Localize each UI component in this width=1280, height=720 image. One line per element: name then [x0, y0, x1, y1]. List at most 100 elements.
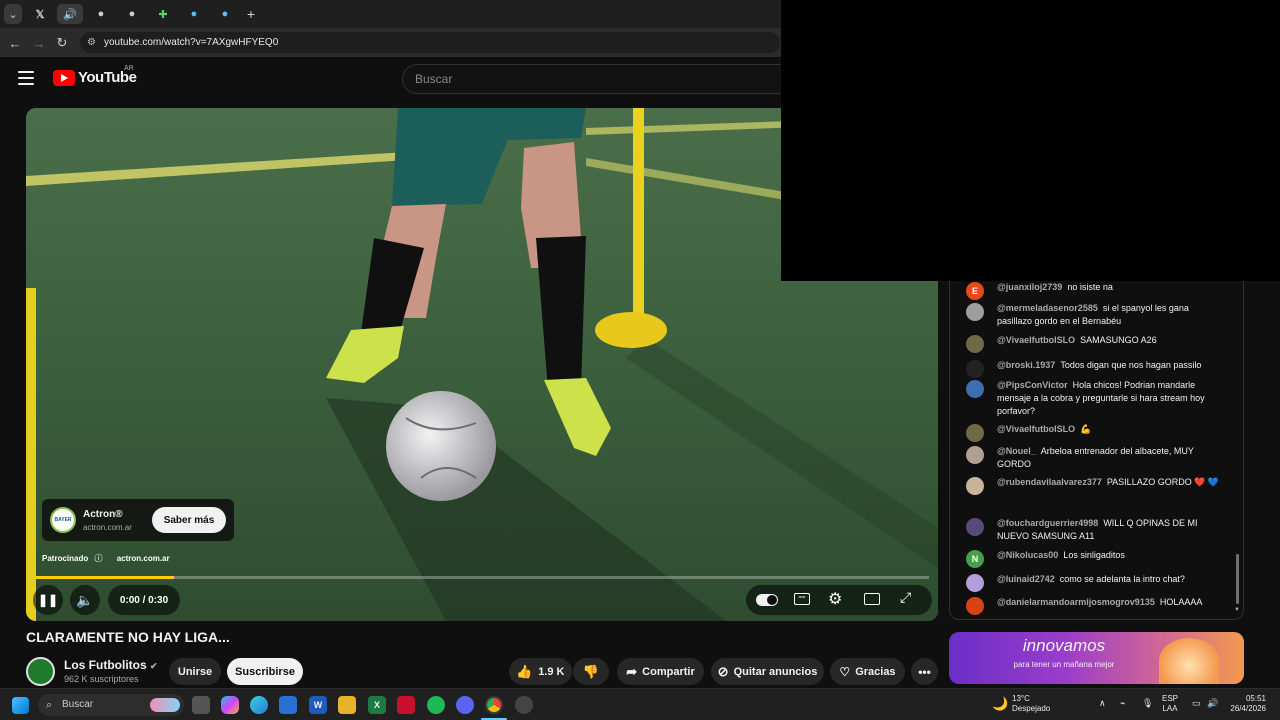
- chat-scrollbar[interactable]: [1236, 554, 1239, 604]
- spotify-icon[interactable]: [427, 696, 445, 714]
- chat-avatar[interactable]: [966, 360, 984, 378]
- tab-extension-icon[interactable]: ✚: [150, 4, 176, 24]
- chat-author[interactable]: @rubendavilaalvarez377: [997, 477, 1102, 487]
- chat-text: HOLAAAA: [1159, 597, 1203, 607]
- tray-chevron-up-icon[interactable]: ∧: [1099, 698, 1106, 708]
- new-tab-button[interactable]: +: [238, 4, 264, 24]
- display-icon[interactable]: ▭: [1192, 698, 1201, 708]
- app-icon[interactable]: [397, 696, 415, 714]
- join-button[interactable]: Unirse: [169, 658, 221, 685]
- clock[interactable]: 05:51 26/4/2026: [1226, 694, 1266, 714]
- discord-icon[interactable]: [456, 696, 474, 714]
- like-button[interactable]: 👍 1.9 K: [509, 658, 572, 685]
- chrome-icon[interactable]: [485, 696, 503, 714]
- remove-ads-button[interactable]: ⊘ Quitar anuncios: [711, 658, 824, 685]
- weather-widget[interactable]: 13°C Despejado: [1012, 694, 1050, 714]
- chat-author[interactable]: @Nouel_: [997, 446, 1036, 456]
- chat-avatar[interactable]: [966, 424, 984, 442]
- tab-list-chevron-down-icon[interactable]: ⌄: [4, 4, 22, 24]
- youtube-play-logo-icon: [53, 69, 75, 86]
- progress-fill: [35, 576, 174, 579]
- chat-author[interactable]: @PipsConVictor: [997, 380, 1068, 390]
- chat-avatar[interactable]: [966, 335, 984, 353]
- tab-icon[interactable]: ●: [119, 4, 145, 24]
- back-arrow-icon[interactable]: ←: [6, 34, 24, 52]
- chat-avatar[interactable]: [966, 380, 984, 398]
- input-language[interactable]: ESP LAA: [1162, 694, 1178, 714]
- tab-audio-icon[interactable]: 🔊: [57, 4, 83, 24]
- subscribe-button[interactable]: Suscribirse: [227, 658, 303, 685]
- volume-button[interactable]: 🔈: [70, 585, 100, 615]
- chat-avatar[interactable]: [966, 597, 984, 615]
- tab-icon[interactable]: ●: [181, 4, 207, 24]
- chat-avatar[interactable]: [966, 446, 984, 464]
- microphone-icon[interactable]: 🎙: [1142, 698, 1153, 708]
- excel-icon[interactable]: X: [368, 696, 386, 714]
- chat-author[interactable]: @juanxiloj2739: [997, 282, 1062, 292]
- chat-avatar[interactable]: [966, 303, 984, 321]
- menu-icon[interactable]: [18, 71, 34, 85]
- app-icon[interactable]: [515, 696, 533, 714]
- copilot-icon[interactable]: [221, 696, 239, 714]
- time-display: 0:00 / 0:30: [108, 585, 180, 615]
- subtitles-icon[interactable]: ==: [794, 593, 810, 605]
- fullscreen-icon[interactable]: ⤢: [900, 589, 911, 606]
- word-icon[interactable]: W: [309, 696, 327, 714]
- file-explorer-icon[interactable]: [338, 696, 356, 714]
- chat-avatar[interactable]: [966, 477, 984, 495]
- chat-author[interactable]: @mermeladasenor2585: [997, 303, 1098, 313]
- pause-button[interactable]: ❚❚: [33, 585, 63, 615]
- youtube-logo[interactable]: YouTube AR: [53, 65, 137, 86]
- url-field[interactable]: ⚙ youtube.com/watch?v=7AXgwHFYEQ0: [80, 32, 780, 53]
- edge-icon[interactable]: [250, 696, 268, 714]
- chat-author[interactable]: @Nikolucas00: [997, 550, 1058, 560]
- chat-avatar[interactable]: [966, 518, 984, 536]
- theater-mode-icon[interactable]: [864, 593, 880, 605]
- more-actions-button[interactable]: •••: [911, 658, 938, 685]
- chat-text: SAMASUNGO A26: [1080, 335, 1157, 345]
- sidebar-ad-banner[interactable]: innovamos para tener un mañana mejor: [949, 632, 1244, 684]
- channel-avatar[interactable]: [26, 657, 55, 686]
- autoplay-toggle[interactable]: [756, 594, 778, 606]
- chat-author[interactable]: @VivaelfutbolSLO: [997, 335, 1075, 345]
- chat-avatar[interactable]: N: [966, 550, 984, 568]
- network-icon[interactable]: ⌁: [1120, 698, 1125, 708]
- forward-arrow-icon[interactable]: →: [30, 34, 48, 52]
- store-icon[interactable]: [279, 696, 297, 714]
- chat-message: @mermeladasenor2585 si el spanyol les gan…: [966, 302, 1226, 328]
- ad-cta-button[interactable]: Saber más: [152, 507, 226, 533]
- reload-icon[interactable]: ↻: [53, 34, 71, 52]
- progress-bar[interactable]: [35, 576, 929, 579]
- site-info-icon[interactable]: ⚙: [87, 32, 96, 53]
- overlay-video-window[interactable]: [781, 0, 1280, 281]
- chat-author[interactable]: @VivaelfutbolSLO: [997, 424, 1075, 434]
- tab-x-logo-icon[interactable]: 𝕏: [27, 4, 53, 24]
- taskbar-search-input[interactable]: ⌕ Buscar: [38, 694, 184, 716]
- share-arrow-icon: ➦: [626, 663, 638, 679]
- speaker-icon[interactable]: 🔊: [1207, 698, 1218, 708]
- chat-author[interactable]: @luinaid2742: [997, 574, 1055, 584]
- chat-author[interactable]: @danielarmandoarmijosmogrov9135: [997, 597, 1155, 607]
- chat-author[interactable]: @broski.1937: [997, 360, 1055, 370]
- dislike-button[interactable]: 👎: [573, 658, 609, 685]
- ad-card[interactable]: BAYER Actron® actron.com.ar Saber más: [42, 499, 234, 541]
- ad-sponsored-row: Patrocinado ⓘ actron.com.ar: [42, 553, 170, 564]
- settings-gear-icon[interactable]: ⚙: [828, 589, 842, 609]
- chat-message: N @Nikolucas00 Los sinligaditos: [966, 549, 1226, 568]
- notification-icon[interactable]: [1268, 697, 1276, 713]
- scroll-down-icon[interactable]: ▼: [1234, 607, 1240, 613]
- windows-start-icon[interactable]: [12, 697, 29, 714]
- thanks-label: Gracias: [855, 665, 896, 678]
- chat-avatar[interactable]: [966, 574, 984, 592]
- share-button[interactable]: ➦ Compartir: [617, 658, 704, 685]
- channel-name[interactable]: Los Futbolitos ✔: [64, 658, 158, 672]
- chat-author[interactable]: @fouchardguerrier4998: [997, 518, 1098, 528]
- thanks-button[interactable]: ♡ Gracias: [830, 658, 905, 685]
- tab-icon[interactable]: ●: [88, 4, 114, 24]
- search-input[interactable]: Buscar: [402, 64, 782, 94]
- tab-icon[interactable]: ●: [212, 4, 238, 24]
- sponsored-domain[interactable]: actron.com.ar: [117, 554, 170, 563]
- chat-avatar[interactable]: E: [966, 282, 984, 300]
- info-icon[interactable]: ⓘ: [94, 554, 102, 563]
- task-view-icon[interactable]: [192, 696, 210, 714]
